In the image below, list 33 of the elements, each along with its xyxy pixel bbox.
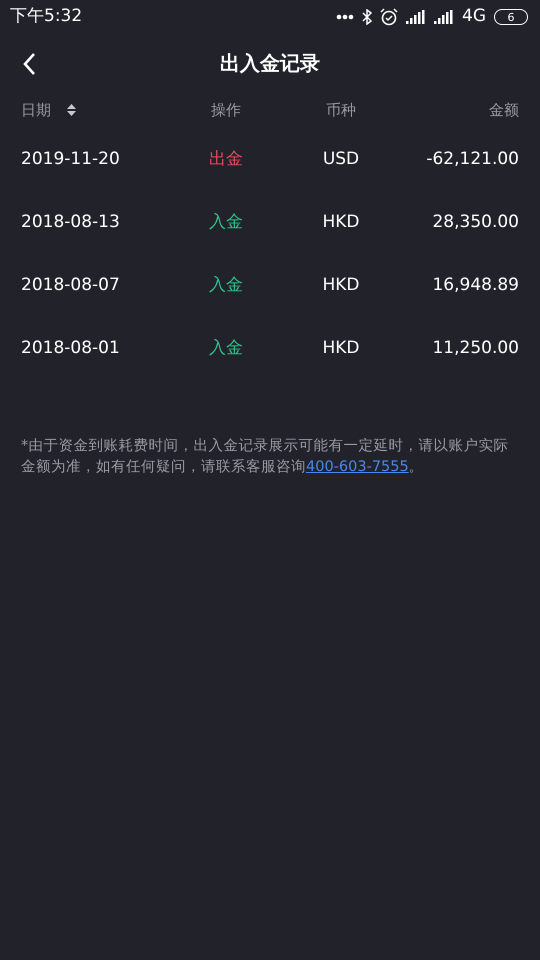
note-text: *由于资金到账耗费时间，出入金记录展示可能有一定延时，请以账户实际金额为准，如有任何疑问，请联系客服咨询400-603-7555。 [20, 436, 510, 477]
column-header: 币种 [326, 100, 356, 121]
column-header[interactable]: 日期 [21, 98, 51, 122]
operation-cell-text: 入金 [208, 336, 244, 360]
operation-cell-text: 入金 [208, 210, 244, 234]
back-icon[interactable] [22, 52, 36, 76]
operation-cell-text: 出金 [208, 148, 244, 171]
signal-icon [406, 10, 426, 24]
phone-link[interactable]: 400-603-7555 [306, 459, 409, 475]
date-cell-text: 2018-08-13 [21, 210, 121, 234]
column-header: 操作 [211, 100, 241, 121]
amount-cell-text: -62,121.00 [425, 148, 519, 171]
network-label: 4G [462, 5, 486, 28]
currency-cell-text: HKD [321, 210, 361, 234]
more-icon [336, 14, 354, 20]
bluetooth-icon [362, 9, 372, 25]
status-time: 下午5:32 [10, 5, 82, 28]
operation-cell-text: 入金 [208, 274, 244, 297]
column-header: 金额 [489, 100, 519, 121]
amount-cell-text: 28,350.00 [431, 210, 519, 234]
currency-cell-text: HKD [321, 274, 361, 297]
currency-cell-text: HKD [321, 336, 361, 360]
battery-icon: 6 [494, 9, 528, 25]
page-title: 出入金记录 [220, 51, 320, 75]
amount-cell-text: 16,948.89 [431, 274, 519, 297]
signal-icon [434, 10, 454, 24]
alarm-icon [380, 8, 398, 26]
date-cell-text: 2018-08-01 [21, 336, 121, 360]
date-cell-text: 2018-08-07 [21, 274, 121, 297]
date-cell-text: 2019-11-20 [21, 148, 121, 171]
currency-cell-text: USD [322, 148, 360, 171]
amount-cell-text: 11,250.00 [431, 336, 519, 360]
sort-icon[interactable] [67, 103, 76, 117]
